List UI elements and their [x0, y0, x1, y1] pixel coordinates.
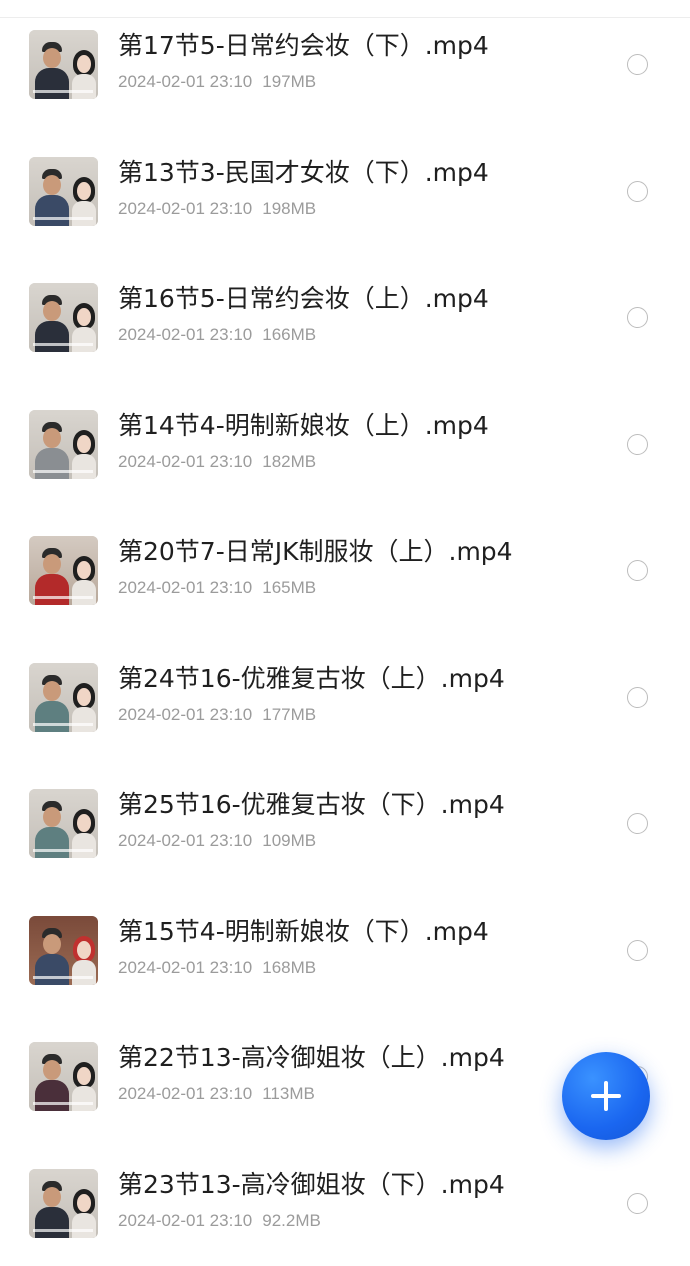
- file-name: 第20节7-日常JK制服妆（上）.mp4: [118, 537, 513, 566]
- file-date: 2024-02-01 23:10: [118, 325, 253, 344]
- file-row[interactable]: 第15节4-明制新娘妆（下）.mp4 2024-02-01 23:10 168MB: [0, 886, 690, 1013]
- video-thumbnail-icon: [29, 1042, 98, 1111]
- video-thumbnail-icon: [29, 916, 98, 985]
- file-meta: 2024-02-01 23:10 165MB: [118, 578, 316, 598]
- file-size: 109MB: [262, 831, 317, 850]
- file-name: 第22节13-高冷御姐妆（上）.mp4: [118, 1043, 505, 1072]
- file-name: 第15节4-明制新娘妆（下）.mp4: [118, 917, 489, 946]
- file-date: 2024-02-01 23:10: [118, 958, 253, 977]
- file-size: 177MB: [262, 705, 317, 724]
- file-meta: 2024-02-01 23:10 198MB: [118, 199, 316, 219]
- file-size: 113MB: [262, 1084, 315, 1103]
- file-size: 92.2MB: [262, 1211, 321, 1230]
- file-date: 2024-02-01 23:10: [118, 1084, 253, 1103]
- video-thumbnail-icon: [29, 536, 98, 605]
- video-thumbnail-icon: [29, 157, 98, 226]
- file-row[interactable]: 第14节4-明制新娘妆（上）.mp4 2024-02-01 23:10 182MB: [0, 380, 690, 507]
- file-meta: 2024-02-01 23:10 177MB: [118, 705, 316, 725]
- file-meta: 2024-02-01 23:10 166MB: [118, 325, 316, 345]
- file-date: 2024-02-01 23:10: [118, 72, 253, 91]
- radio-unselected-icon[interactable]: [627, 940, 648, 961]
- add-button[interactable]: [562, 1052, 650, 1140]
- file-size: 165MB: [262, 578, 317, 597]
- file-meta: 2024-02-01 23:10 109MB: [118, 831, 316, 851]
- file-row[interactable]: 第17节5-日常约会妆（下）.mp4 2024-02-01 23:10 197MB: [0, 0, 690, 127]
- file-date: 2024-02-01 23:10: [118, 452, 253, 471]
- file-row[interactable]: 第20节7-日常JK制服妆（上）.mp4 2024-02-01 23:10 165…: [0, 506, 690, 633]
- file-row[interactable]: 第16节5-日常约会妆（上）.mp4 2024-02-01 23:10 166MB: [0, 253, 690, 380]
- file-size: 182MB: [262, 452, 317, 471]
- file-meta: 2024-02-01 23:10 168MB: [118, 958, 316, 978]
- file-name: 第17节5-日常约会妆（下）.mp4: [118, 31, 489, 60]
- video-thumbnail-icon: [29, 283, 98, 352]
- file-date: 2024-02-01 23:10: [118, 831, 253, 850]
- video-thumbnail-icon: [29, 410, 98, 479]
- file-row[interactable]: 第13节3-民国才女妆（下）.mp4 2024-02-01 23:10 198MB: [0, 127, 690, 254]
- radio-unselected-icon[interactable]: [627, 181, 648, 202]
- file-name: 第25节16-优雅复古妆（下）.mp4: [118, 790, 505, 819]
- file-meta: 2024-02-01 23:10 182MB: [118, 452, 316, 472]
- file-name: 第14节4-明制新娘妆（上）.mp4: [118, 411, 489, 440]
- file-name: 第24节16-优雅复古妆（上）.mp4: [118, 664, 505, 693]
- radio-unselected-icon[interactable]: [627, 1193, 648, 1214]
- file-row[interactable]: 第24节16-优雅复古妆（上）.mp4 2024-02-01 23:10 177M…: [0, 633, 690, 760]
- radio-unselected-icon[interactable]: [627, 687, 648, 708]
- video-thumbnail-icon: [29, 789, 98, 858]
- file-size: 197MB: [262, 72, 317, 91]
- radio-unselected-icon[interactable]: [627, 560, 648, 581]
- radio-unselected-icon[interactable]: [627, 54, 648, 75]
- file-date: 2024-02-01 23:10: [118, 705, 253, 724]
- file-row[interactable]: 第25节16-优雅复古妆（下）.mp4 2024-02-01 23:10 109M…: [0, 759, 690, 886]
- radio-unselected-icon[interactable]: [627, 813, 648, 834]
- file-meta: 2024-02-01 23:10 92.2MB: [118, 1211, 321, 1231]
- file-size: 168MB: [262, 958, 317, 977]
- radio-unselected-icon[interactable]: [627, 307, 648, 328]
- file-meta: 2024-02-01 23:10 197MB: [118, 72, 316, 92]
- file-row[interactable]: 第23节13-高冷御姐妆（下）.mp4 2024-02-01 23:10 92.2…: [0, 1139, 690, 1266]
- file-date: 2024-02-01 23:10: [118, 199, 253, 218]
- video-thumbnail-icon: [29, 663, 98, 732]
- file-name: 第16节5-日常约会妆（上）.mp4: [118, 284, 489, 313]
- file-name: 第23节13-高冷御姐妆（下）.mp4: [118, 1170, 505, 1199]
- video-thumbnail-icon: [29, 30, 98, 99]
- file-size: 166MB: [262, 325, 317, 344]
- video-thumbnail-icon: [29, 1169, 98, 1238]
- file-meta: 2024-02-01 23:10 113MB: [118, 1084, 315, 1104]
- radio-unselected-icon[interactable]: [627, 434, 648, 455]
- file-date: 2024-02-01 23:10: [118, 578, 253, 597]
- file-size: 198MB: [262, 199, 317, 218]
- file-name: 第13节3-民国才女妆（下）.mp4: [118, 158, 489, 187]
- file-date: 2024-02-01 23:10: [118, 1211, 253, 1230]
